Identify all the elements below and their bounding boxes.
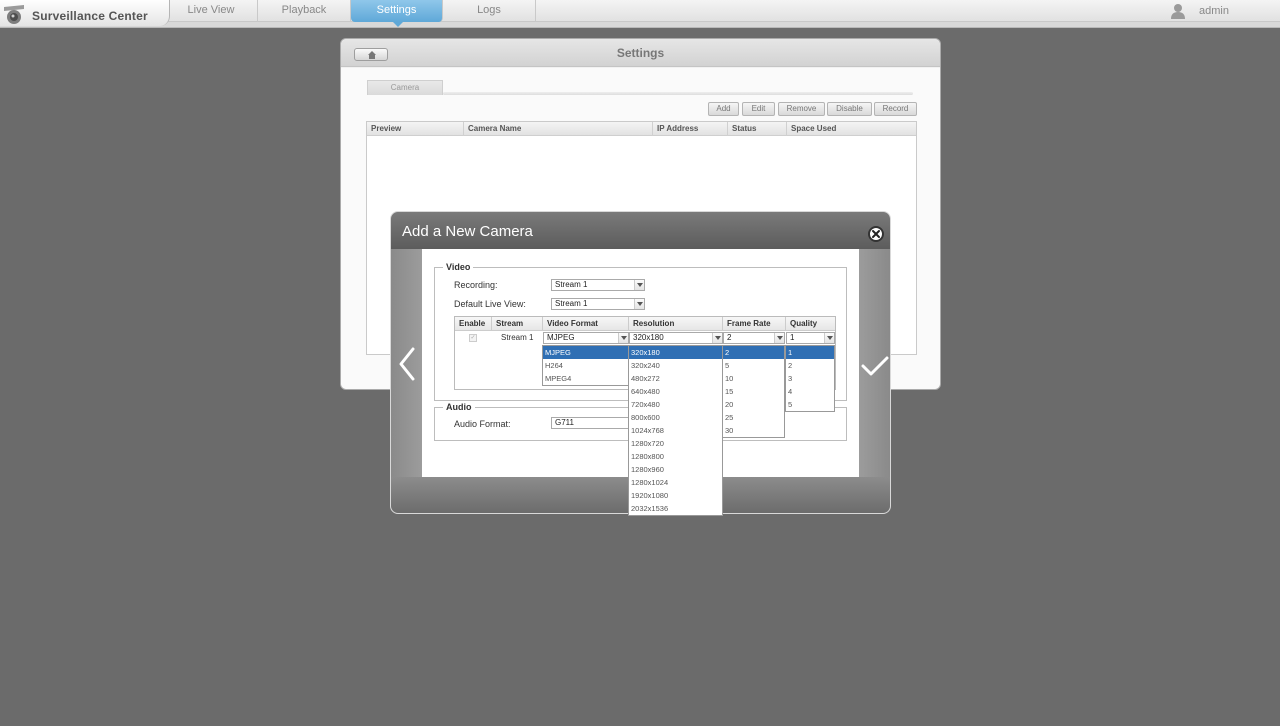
dropdown-option[interactable]: 1280x720 [629, 437, 722, 450]
user-icon[interactable] [1170, 3, 1186, 19]
dropdown-option[interactable]: 1920x1080 [629, 489, 722, 502]
dropdown-option[interactable]: 640x480 [629, 385, 722, 398]
column-quality: Quality [786, 317, 835, 331]
dropdown-option[interactable]: 5 [786, 398, 834, 411]
dropdown-option[interactable]: 30 [723, 424, 784, 437]
dropdown-option[interactable]: 20 [723, 398, 784, 411]
video-format-select[interactable]: MJPEG [543, 332, 629, 344]
disable-button[interactable]: Disable [827, 102, 872, 116]
table-row: ✓ Stream 1 MJPEG 320x180 2 1 [455, 331, 835, 345]
column-resolution: Resolution [629, 317, 723, 331]
dropdown-option[interactable]: 800x600 [629, 411, 722, 424]
record-button[interactable]: Record [874, 102, 917, 116]
dropdown-option[interactable]: MJPEG [543, 346, 628, 359]
settings-header: Settings [341, 39, 940, 67]
tab-playback[interactable]: Playback [258, 0, 351, 22]
recording-label: Recording: [454, 280, 498, 290]
video-format-value: MJPEG [547, 333, 575, 342]
brand: Surveillance Center [0, 0, 170, 26]
video-format-dropdown: MJPEG H264 MPEG4 [542, 345, 629, 386]
default-live-view-value: Stream 1 [555, 299, 588, 308]
dropdown-option[interactable]: 25 [723, 411, 784, 424]
dropdown-option[interactable]: 480x272 [629, 372, 722, 385]
quality-value: 1 [790, 333, 795, 342]
dropdown-option[interactable]: 1 [786, 346, 834, 359]
column-enable: Enable [455, 317, 492, 331]
resolution-dropdown: 320x180 320x240 480x272 640x480 720x480 … [628, 345, 723, 516]
frame-rate-dropdown: 2 5 10 15 20 25 30 [722, 345, 785, 438]
dropdown-option[interactable]: 1280x800 [629, 450, 722, 463]
add-button[interactable]: Add [708, 102, 739, 116]
quality-dropdown: 1 2 3 4 5 [785, 345, 835, 412]
resolution-select[interactable]: 320x180 [629, 332, 723, 344]
stream-name: Stream 1 [501, 333, 534, 342]
close-icon [872, 230, 880, 238]
audio-legend: Audio [443, 402, 475, 412]
chevron-down-icon [634, 280, 644, 290]
column-status[interactable]: Status [728, 122, 787, 136]
quality-select[interactable]: 1 [786, 332, 835, 344]
dialog-content: Video Recording: Stream 1 Default Live V… [422, 249, 859, 516]
chevron-down-icon [774, 333, 784, 343]
chevron-down-icon [634, 299, 644, 309]
top-bar: Surveillance Center Live View Playback S… [0, 0, 1280, 28]
camera-table-header: Preview Camera Name IP Address Status Sp… [367, 122, 916, 136]
dropdown-option[interactable]: 2032x1536 [629, 502, 722, 515]
app-title: Surveillance Center [32, 9, 148, 23]
column-frame-rate: Frame Rate [723, 317, 786, 331]
recording-value: Stream 1 [555, 280, 588, 289]
dialog-header: Add a New Camera [391, 212, 890, 249]
chevron-down-icon [824, 333, 834, 343]
camera-logo-icon [4, 5, 24, 24]
dropdown-option[interactable]: 15 [723, 385, 784, 398]
add-camera-dialog: Add a New Camera Video Recording: Stream… [390, 211, 891, 516]
dropdown-option[interactable]: 320x240 [629, 359, 722, 372]
dropdown-option[interactable]: 1024x768 [629, 424, 722, 437]
previous-arrow-icon[interactable] [397, 347, 417, 381]
audio-format-label: Audio Format: [454, 419, 511, 429]
dropdown-option[interactable]: 1280x960 [629, 463, 722, 476]
dropdown-option[interactable]: MPEG4 [543, 372, 628, 385]
column-preview[interactable]: Preview [367, 122, 464, 136]
dropdown-option[interactable]: 5 [723, 359, 784, 372]
tab-logs[interactable]: Logs [443, 0, 536, 22]
video-legend: Video [443, 262, 474, 272]
recording-select[interactable]: Stream 1 [551, 279, 645, 291]
dropdown-option[interactable]: 1280x1024 [629, 476, 722, 489]
column-space-used[interactable]: Space Used [787, 122, 916, 136]
column-stream: Stream [492, 317, 543, 331]
dropdown-option[interactable]: 2 [723, 346, 784, 359]
user-name[interactable]: admin [1199, 5, 1229, 17]
dialog-title: Add a New Camera [402, 223, 533, 240]
column-camera-name[interactable]: Camera Name [464, 122, 653, 136]
edit-button[interactable]: Edit [742, 102, 775, 116]
frame-rate-value: 2 [727, 333, 732, 342]
dropdown-option[interactable]: 3 [786, 372, 834, 385]
close-button[interactable] [868, 226, 884, 242]
confirm-check-icon[interactable] [859, 354, 890, 378]
settings-title: Settings [616, 46, 665, 60]
chevron-down-icon [618, 333, 628, 343]
tab-settings[interactable]: Settings [351, 0, 443, 27]
default-live-view-select[interactable]: Stream 1 [551, 298, 645, 310]
audio-format-value: G711 [555, 418, 574, 427]
dialog-left-rail [391, 249, 422, 477]
resolution-value: 320x180 [633, 333, 664, 342]
column-ip-address[interactable]: IP Address [653, 122, 728, 136]
enable-checkbox[interactable]: ✓ [469, 334, 477, 342]
dropdown-option[interactable]: 10 [723, 372, 784, 385]
column-video-format: Video Format [543, 317, 629, 331]
dropdown-option[interactable]: 4 [786, 385, 834, 398]
default-live-view-label: Default Live View: [454, 299, 526, 309]
tab-live-view[interactable]: Live View [165, 0, 258, 22]
dropdown-option[interactable]: 320x180 [629, 346, 722, 359]
dropdown-option[interactable]: H264 [543, 359, 628, 372]
frame-rate-select[interactable]: 2 [723, 332, 785, 344]
tab-camera[interactable]: Camera [367, 80, 443, 95]
dropdown-option[interactable]: 720x480 [629, 398, 722, 411]
tab-strip [443, 92, 913, 95]
remove-button[interactable]: Remove [778, 102, 825, 116]
chevron-down-icon [712, 333, 722, 343]
dropdown-option[interactable]: 2 [786, 359, 834, 372]
